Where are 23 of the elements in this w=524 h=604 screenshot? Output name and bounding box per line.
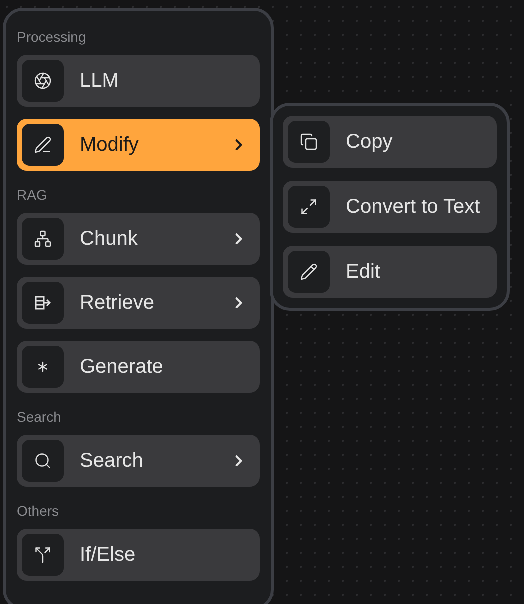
menu-item[interactable]: LLM [17, 55, 260, 107]
menu-item[interactable]: Search [17, 435, 260, 487]
expand-icon [300, 198, 318, 216]
menu-item[interactable]: Modify [17, 119, 260, 171]
split-icon [34, 546, 52, 564]
aperture-icon [34, 72, 52, 90]
search-icon [34, 452, 52, 470]
menu-item[interactable]: Generate [17, 341, 260, 393]
section-title: Others [17, 503, 60, 519]
menu-item[interactable]: Chunk [17, 213, 260, 265]
section-title: RAG [17, 187, 48, 203]
submenu-item[interactable]: Convert to Text [283, 181, 497, 233]
section-title: Search [17, 409, 62, 425]
submenu-item[interactable]: Copy [283, 116, 497, 168]
network-icon [34, 230, 52, 248]
pencil-icon [300, 263, 318, 281]
submenu-item[interactable]: Edit [283, 246, 497, 298]
copy-icon [300, 133, 318, 151]
menu-item[interactable]: If/Else [17, 529, 260, 581]
section-title: Processing [17, 29, 88, 45]
pen-icon [34, 136, 52, 154]
menu-item[interactable]: Retrieve [17, 277, 260, 329]
list-arrow-icon [34, 294, 52, 312]
